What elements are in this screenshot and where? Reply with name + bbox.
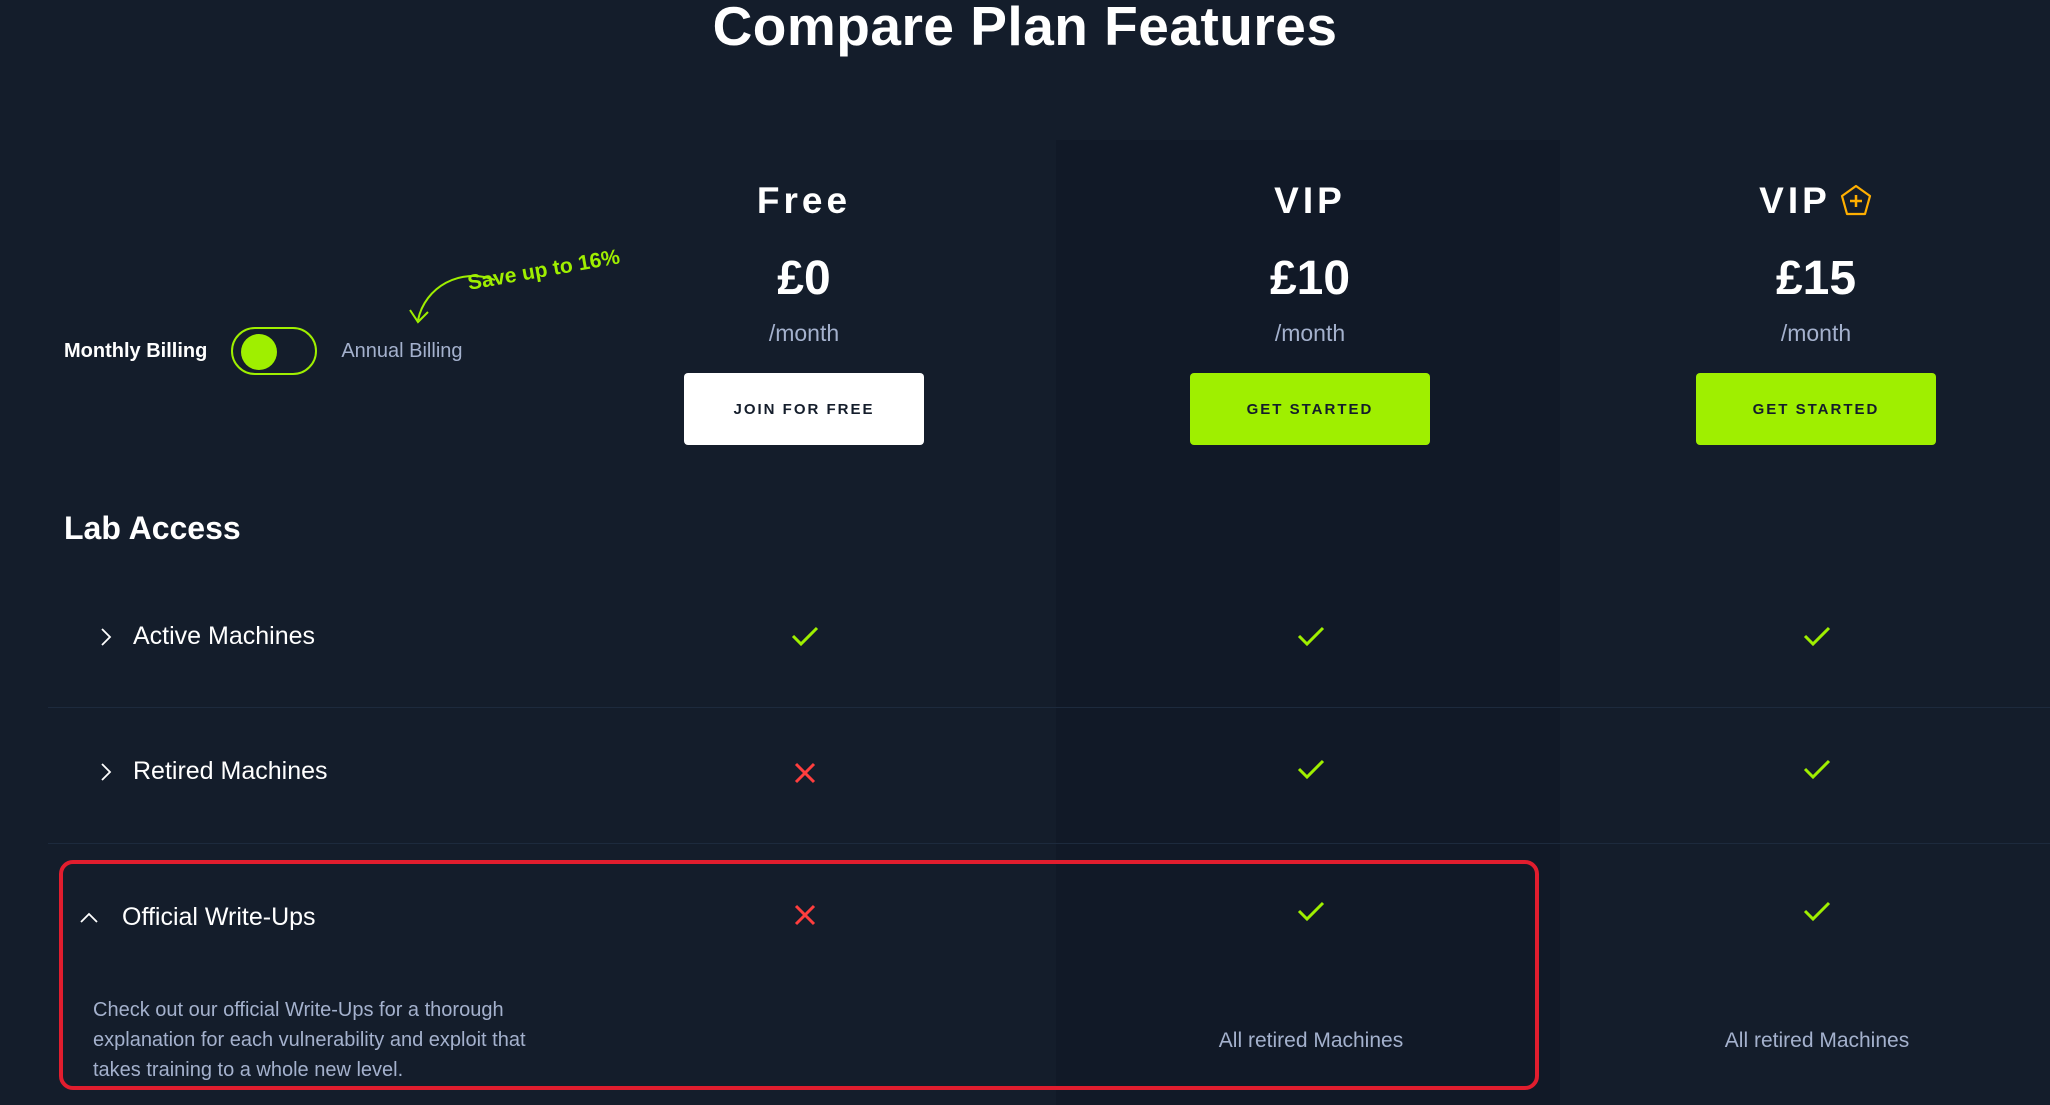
check-icon: [1281, 616, 1341, 656]
plan-price: £0: [777, 252, 831, 305]
check-icon: [1281, 749, 1341, 789]
save-note: Save up to 16%: [465, 245, 622, 295]
monthly-billing-label[interactable]: Monthly Billing: [64, 340, 207, 363]
plan-name: VIP: [1666, 175, 1966, 227]
feature-note: All retired Machines: [1724, 1029, 1910, 1052]
billing-toggle-group: Monthly Billing Annual Billing: [64, 327, 463, 375]
plan-free: Free £0 /month JOIN FOR FREE: [654, 175, 954, 445]
row-divider: [48, 843, 2050, 844]
plan-period: /month: [1274, 320, 1346, 346]
annual-billing-label[interactable]: Annual Billing: [341, 340, 462, 363]
highlight-box: [59, 860, 1539, 1090]
plan-name: Free: [756, 180, 852, 221]
feature-row-toggle[interactable]: Retired Machines: [95, 757, 328, 786]
row-divider: [48, 707, 2050, 708]
cross-icon: [775, 753, 835, 793]
check-icon: [1787, 891, 1847, 931]
plus-badge-icon: [1840, 184, 1871, 216]
page-title: Compare Plan Features: [712, 0, 1338, 57]
feature-row-toggle[interactable]: Active Machines: [95, 622, 315, 651]
section-title: Lab Access: [64, 510, 241, 546]
plan-period: /month: [768, 320, 840, 346]
get-started-vip-plus-button[interactable]: GET STARTED: [1696, 373, 1936, 445]
plan-vip: VIP £10 /month GET STARTED: [1160, 175, 1460, 445]
chevron-right-icon: [101, 762, 112, 781]
toggle-knob: [241, 334, 278, 370]
get-started-vip-button[interactable]: GET STARTED: [1190, 373, 1430, 445]
plan-vip-plus: VIP £15 /month GET STARTED: [1666, 175, 1966, 445]
feature-label: Active Machines: [133, 622, 316, 650]
check-icon: [1787, 616, 1847, 656]
chevron-right-icon: [101, 627, 112, 646]
plan-name: VIP: [1274, 180, 1346, 221]
plan-price: £15: [1775, 252, 1857, 305]
check-icon: [775, 616, 835, 656]
billing-toggle[interactable]: [231, 327, 318, 375]
feature-label: Retired Machines: [133, 757, 328, 785]
plan-period: /month: [1780, 320, 1852, 346]
plan-price: £10: [1269, 252, 1351, 305]
join-for-free-button[interactable]: JOIN FOR FREE: [684, 373, 924, 445]
check-icon: [1787, 749, 1847, 789]
